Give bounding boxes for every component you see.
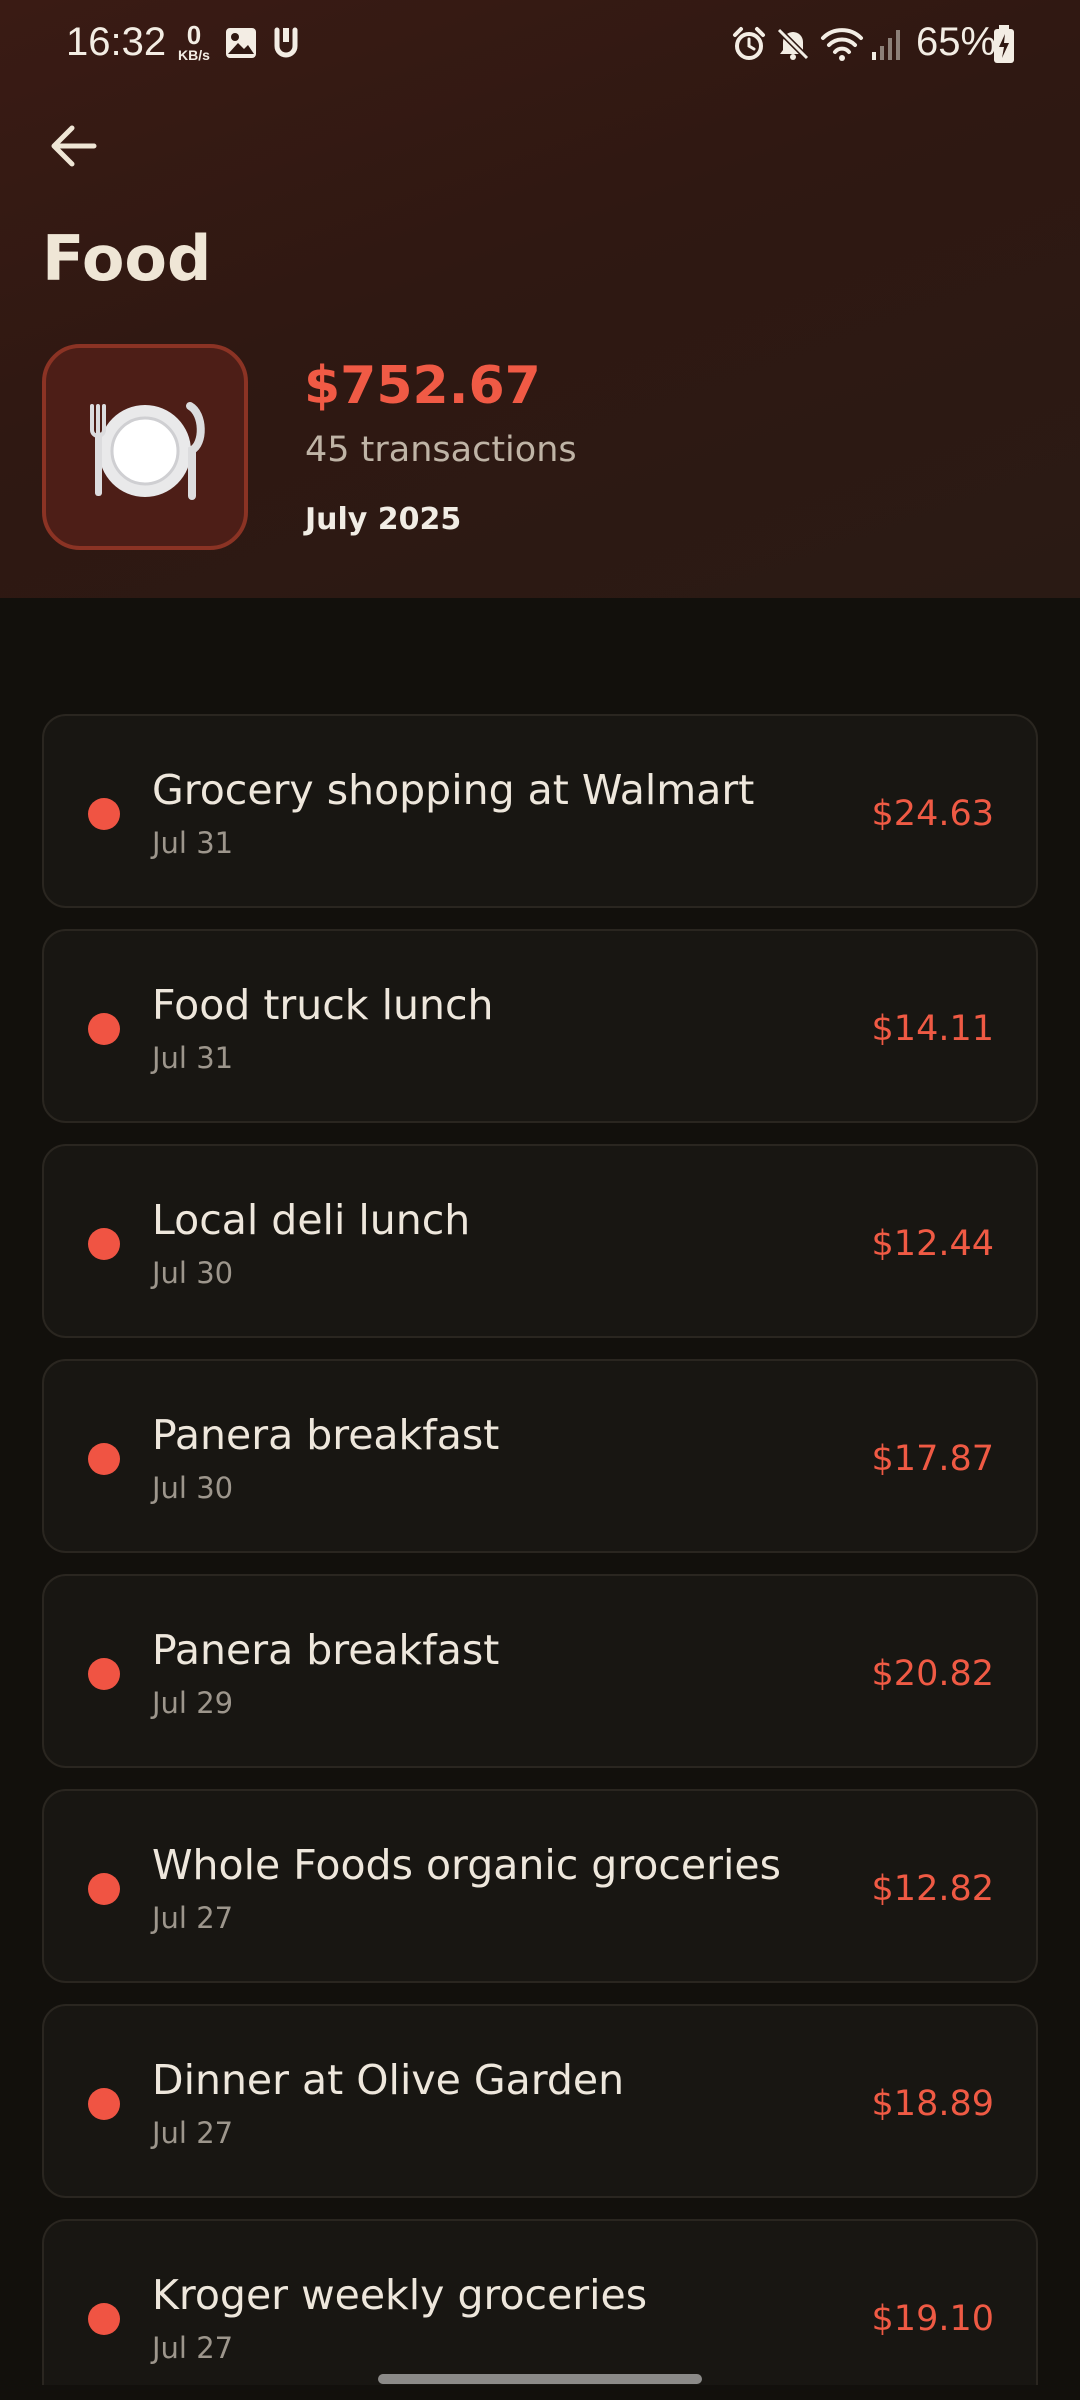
page-title: Food [42,222,212,295]
transaction-title: Whole Foods organic groceries [152,1841,781,1889]
category-color-dot [88,1443,120,1475]
category-color-dot [88,2088,120,2120]
transaction-card[interactable]: Local deli lunch Jul 30 $12.44 [42,1144,1038,1338]
transaction-date: Jul 27 [152,2116,234,2150]
category-color-dot [88,1228,120,1260]
transaction-date: Jul 30 [152,1471,234,1505]
mute-icon [776,27,810,61]
category-color-dot [88,1013,120,1045]
period-label: July 2025 [305,502,462,537]
transaction-title: Food truck lunch [152,981,494,1029]
transaction-title: Grocery shopping at Walmart [152,766,755,814]
transaction-title: Dinner at Olive Garden [152,2056,625,2104]
transaction-count: 45 transactions [305,430,577,470]
transaction-date: Jul 27 [152,2331,234,2365]
category-color-dot [88,1658,120,1690]
category-total-amount: $752.67 [304,356,541,416]
battery-percent: 65% [916,20,997,64]
transaction-date: Jul 31 [152,1041,234,1075]
battery-charging-icon [994,25,1014,63]
transaction-amount: $24.63 [871,794,994,834]
status-bar: 16:32 0 KB/s 65% [0,0,1080,88]
transaction-card[interactable]: Kroger weekly groceries Jul 27 $19.10 [42,2219,1038,2385]
category-color-dot [88,1873,120,1905]
transaction-amount: $12.82 [871,1869,994,1909]
transaction-title: Panera breakfast [152,1626,500,1674]
transaction-amount: $18.89 [871,2084,994,2124]
wifi-icon [821,28,863,61]
transaction-date: Jul 31 [152,826,234,860]
transaction-amount: $19.10 [871,2299,994,2339]
category-color-dot [88,798,120,830]
transaction-card[interactable]: Panera breakfast Jul 29 $20.82 [42,1574,1038,1768]
status-time: 16:32 [66,20,167,64]
transaction-card[interactable]: Dinner at Olive Garden Jul 27 $18.89 [42,2004,1038,2198]
gallery-icon [226,28,256,58]
fork-knife-plate-icon [90,402,205,500]
category-color-dot [88,2303,120,2335]
transaction-date: Jul 30 [152,1256,234,1290]
network-speed: 0 KB/s [172,22,216,62]
app-u-icon [274,27,298,58]
transaction-title: Local deli lunch [152,1196,471,1244]
category-icon-tile [42,344,248,550]
transaction-amount: $20.82 [871,1654,994,1694]
transaction-amount: $14.11 [871,1009,994,1049]
alarm-icon [733,27,765,60]
network-speed-value: 0 [186,20,202,50]
signal-icon [872,30,900,60]
transaction-card[interactable]: Whole Foods organic groceries Jul 27 $12… [42,1789,1038,1983]
transaction-amount: $17.87 [871,1439,994,1479]
transaction-card[interactable]: Food truck lunch Jul 31 $14.11 [42,929,1038,1123]
network-speed-unit: KB/s [178,47,210,63]
transaction-card[interactable]: Panera breakfast Jul 30 $17.87 [42,1359,1038,1553]
transaction-title: Kroger weekly groceries [152,2271,648,2319]
home-gesture-bar[interactable] [378,2374,702,2384]
category-header: 16:32 0 KB/s 65% Food $752.67 45 transac… [0,0,1080,598]
transaction-date: Jul 29 [152,1686,234,1720]
transaction-date: Jul 27 [152,1901,234,1935]
back-arrow-icon[interactable] [44,116,104,176]
transaction-card[interactable]: Grocery shopping at Walmart Jul 31 $24.6… [42,714,1038,908]
transaction-title: Panera breakfast [152,1411,500,1459]
transaction-amount: $12.44 [871,1224,994,1264]
